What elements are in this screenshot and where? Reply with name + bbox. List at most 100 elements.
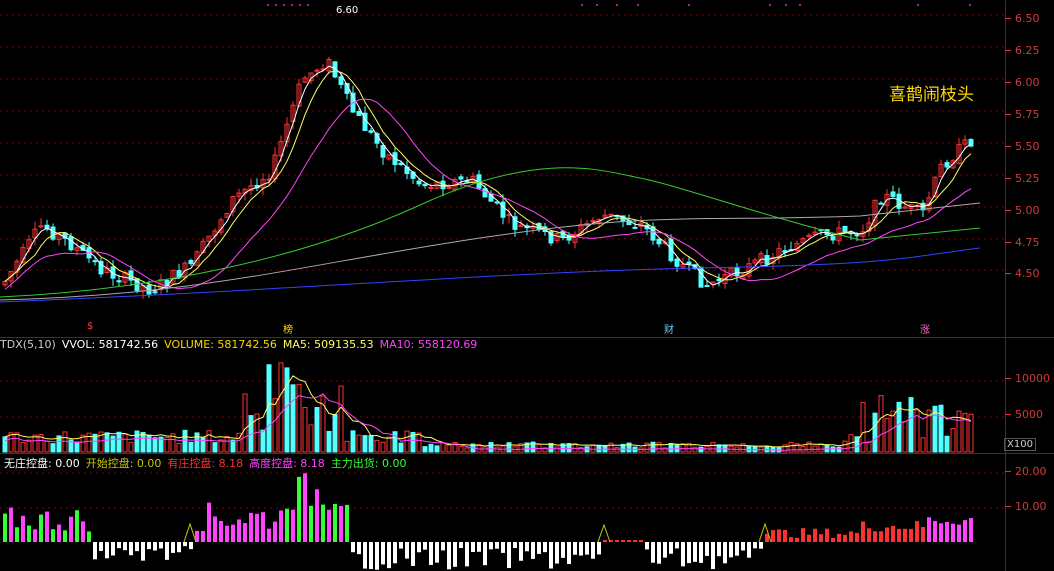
indicator-bar — [645, 542, 649, 550]
volume-bar — [218, 439, 224, 453]
indicator-bar — [729, 542, 733, 558]
indicator-bar — [309, 505, 313, 542]
price-tick: 6.00 — [1005, 76, 1040, 89]
indicator-bar — [165, 542, 169, 560]
volume-bar — [506, 442, 512, 453]
volume-bar — [188, 441, 194, 453]
peak-price-label: 6.60 — [336, 5, 359, 16]
indicator-bar — [687, 542, 691, 564]
indicator-bar — [225, 525, 229, 542]
top-dot — [769, 4, 771, 6]
indicator-bar — [525, 542, 529, 552]
indicator-bar — [531, 542, 535, 559]
top-dot — [275, 4, 277, 6]
candle-body — [590, 220, 596, 223]
event-marker[interactable]: 财 — [664, 321, 674, 336]
price-chart-pane[interactable]: 6.60 喜鹊闹枝头 $ 榜 财 涨 — [0, 0, 1005, 337]
indicator-bar — [321, 504, 325, 542]
volume-tick: 5000 — [1005, 408, 1043, 421]
volume-bar — [380, 441, 386, 453]
indicator-bar — [903, 528, 907, 542]
volume-bar — [944, 435, 950, 453]
indicator-bar — [813, 528, 817, 542]
legend-item: 主力出货: 0.00 — [330, 457, 407, 470]
volume-bar — [710, 441, 716, 453]
indicator-bar — [237, 519, 241, 542]
indicator-bar — [57, 524, 61, 542]
top-dot — [637, 4, 639, 6]
indicator-bar — [303, 473, 307, 542]
indicator-bar — [957, 524, 961, 542]
candle-body — [188, 259, 194, 265]
candle-body — [164, 279, 170, 287]
event-marker[interactable]: 榜 — [283, 321, 293, 336]
candle-body — [734, 267, 740, 277]
indicator-bar — [183, 542, 187, 547]
event-marker[interactable]: $ — [87, 321, 93, 332]
indicator-bar — [177, 542, 181, 553]
volume-bar — [344, 440, 350, 453]
volume-bar — [884, 418, 890, 453]
volume-bar — [386, 436, 392, 453]
indicator-bar — [597, 542, 601, 555]
candle-body — [356, 111, 362, 116]
indicator-bar — [441, 542, 445, 551]
indicator-bar — [21, 515, 25, 542]
indicator-bar — [93, 542, 97, 560]
indicator-bar — [27, 525, 31, 542]
indicator-bar — [681, 542, 685, 567]
volume-bar — [434, 445, 440, 453]
candle-body — [92, 260, 98, 263]
indicator-bar — [351, 542, 355, 553]
volume-bar — [608, 442, 614, 453]
volume-bar — [458, 446, 464, 453]
volume-bar — [200, 436, 206, 453]
indicator-bar — [795, 537, 799, 542]
volume-bar — [290, 384, 296, 453]
volume-bar — [668, 442, 674, 453]
indicator-bar — [483, 542, 487, 566]
indicator-bar — [615, 540, 619, 542]
pattern-caption: 喜鹊闹枝头 — [889, 85, 974, 105]
volume-bar — [326, 430, 332, 453]
event-marker[interactable]: 涨 — [920, 321, 930, 336]
indicator-bar — [621, 540, 625, 542]
price-tick: 5.50 — [1005, 140, 1040, 153]
volume-bar — [800, 446, 806, 453]
indicator-bar — [573, 542, 577, 555]
indicator-bar — [519, 542, 523, 561]
top-dot — [283, 4, 285, 6]
indicator-bar — [639, 540, 643, 542]
candle-body — [428, 187, 434, 190]
volume-bar — [332, 414, 338, 453]
indicator-bar — [603, 540, 607, 542]
indicator-bar — [831, 537, 835, 542]
indicator-pane[interactable]: 无庄控盘: 0.00 开始控盘: 0.00 有庄控盘: 8.18 高度控盘: 8.18… — [0, 453, 1005, 571]
volume-bar — [266, 364, 272, 453]
indicator-bar — [753, 542, 757, 549]
indicator-bar — [723, 542, 727, 564]
volume-bar — [176, 443, 182, 453]
volume-pane[interactable]: TDX(5,10) VVOL: 581742.56 VOLUME: 581742.5… — [0, 337, 1005, 453]
indicator-bar — [465, 542, 469, 567]
indicator-bar — [669, 542, 673, 554]
volume-bar — [650, 441, 656, 453]
top-dot — [267, 4, 269, 6]
volume-bar — [284, 367, 290, 453]
volume-bar — [440, 442, 446, 453]
indicator-bar — [711, 542, 715, 570]
pane-separator-1 — [0, 337, 1054, 338]
indicator-bar — [591, 542, 595, 559]
volume-bar — [74, 441, 80, 453]
indicator-bar — [855, 532, 859, 542]
indicator-bar — [63, 530, 67, 542]
volume-bar — [194, 432, 200, 453]
indicator-bar — [345, 504, 349, 542]
indicator-bar — [111, 542, 115, 556]
indicator-legend: 无庄控盘: 0.00 开始控盘: 0.00 有庄控盘: 8.18 高度控盘: 8.18… — [4, 455, 413, 471]
candle-body — [632, 226, 638, 229]
volume-bar — [350, 430, 356, 453]
indicator-bar — [159, 542, 163, 549]
candle-body — [422, 183, 428, 187]
indicator-bar — [705, 542, 709, 556]
